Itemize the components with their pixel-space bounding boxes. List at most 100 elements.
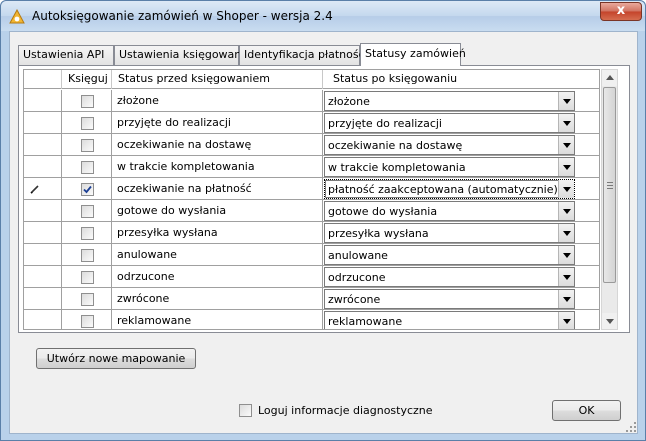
- new-mapping-button[interactable]: Utwórz nowe mapowanie: [36, 348, 196, 369]
- chevron-down-icon[interactable]: [558, 224, 574, 242]
- table-row[interactable]: gotowe do wysłania gotowe do wysłania: [24, 200, 599, 222]
- post-checkbox[interactable]: [81, 161, 94, 174]
- tab-order-statuses[interactable]: Statusy zamówień: [360, 43, 466, 66]
- table-row[interactable]: złożone złożone: [24, 90, 599, 112]
- status-mapping-grid[interactable]: Księguj Status przed księgowaniem Status…: [23, 69, 600, 330]
- row-header[interactable]: [24, 266, 62, 288]
- chevron-down-icon[interactable]: [558, 268, 574, 286]
- post-checkbox[interactable]: [81, 205, 94, 218]
- post-cell: [62, 222, 112, 244]
- row-header[interactable]: [24, 244, 62, 266]
- chevron-down-icon[interactable]: [558, 114, 574, 132]
- chevron-down-icon[interactable]: [558, 180, 574, 198]
- column-header-post[interactable]: Księguj: [62, 70, 112, 89]
- post-checkbox[interactable]: [81, 315, 94, 328]
- row-header[interactable]: [24, 222, 62, 244]
- status-after-dropdown[interactable]: oczekiwanie na dostawę: [324, 135, 575, 155]
- post-cell: [62, 134, 112, 156]
- row-header[interactable]: [24, 112, 62, 134]
- status-after-dropdown[interactable]: przyjęte do realizacji: [324, 113, 575, 133]
- status-before-text: oczekiwanie na płatność: [117, 182, 252, 195]
- table-row[interactable]: oczekiwanie na dostawę oczekiwanie na dos…: [24, 134, 599, 156]
- status-after-dropdown[interactable]: w trakcie kompletowania: [324, 157, 575, 177]
- status-before-cell: w trakcie kompletowania: [112, 156, 323, 178]
- table-row[interactable]: w trakcie kompletowania w trakcie komplet…: [24, 156, 599, 178]
- status-before-cell: oczekiwanie na dostawę: [112, 134, 323, 156]
- tab-label: Statusy zamówień: [365, 47, 466, 60]
- close-button[interactable]: x: [600, 2, 642, 21]
- status-before-text: gotowe do wysłania: [117, 204, 227, 217]
- column-header-label: Księguj: [68, 72, 108, 85]
- diagnostics-checkbox[interactable]: [239, 404, 252, 417]
- table-row[interactable]: oczekiwanie na płatność płatność zaakcept…: [24, 178, 599, 200]
- post-checkbox[interactable]: [81, 95, 94, 108]
- column-header-status-before[interactable]: Status przed księgowaniem: [112, 70, 323, 89]
- tab-api-settings[interactable]: Ustawienia API: [18, 45, 114, 65]
- post-cell: [62, 90, 112, 112]
- status-before-cell: złożone: [112, 90, 323, 112]
- ok-button[interactable]: OK: [552, 400, 621, 421]
- table-row[interactable]: przyjęte do realizacji przyjęte do realiz…: [24, 112, 599, 134]
- status-before-cell: oczekiwanie na płatność: [112, 178, 323, 200]
- post-cell: [62, 178, 112, 200]
- table-row[interactable]: anulowane anulowane: [24, 244, 599, 266]
- status-after-dropdown[interactable]: odrzucone: [324, 267, 575, 287]
- post-checkbox[interactable]: [81, 227, 94, 240]
- table-row[interactable]: przesyłka wysłana przesyłka wysłana: [24, 222, 599, 244]
- resize-grip-icon[interactable]: [625, 421, 637, 433]
- status-after-value: anulowane: [328, 249, 388, 262]
- chevron-down-icon[interactable]: [558, 312, 574, 329]
- app-window: Autoksięgowanie zamówień w Shoper - wers…: [0, 0, 646, 441]
- status-before-text: anulowane: [117, 248, 177, 261]
- status-after-cell: zwrócone: [323, 288, 599, 310]
- post-checkbox[interactable]: [81, 183, 94, 196]
- row-header[interactable]: [24, 90, 62, 112]
- chevron-down-icon[interactable]: [558, 290, 574, 308]
- scroll-thumb[interactable]: [603, 87, 616, 283]
- chevron-down-icon[interactable]: [558, 136, 574, 154]
- row-header[interactable]: [24, 156, 62, 178]
- chevron-down-icon[interactable]: [558, 158, 574, 176]
- row-header[interactable]: [24, 134, 62, 156]
- table-row[interactable]: odrzucone odrzucone: [24, 266, 599, 288]
- status-after-cell: przesyłka wysłana: [323, 222, 599, 244]
- tab-posting-settings[interactable]: Ustawienia księgowania: [114, 45, 251, 65]
- row-header[interactable]: [24, 310, 62, 329]
- post-cell: [62, 310, 112, 329]
- post-checkbox[interactable]: [81, 117, 94, 130]
- status-after-dropdown[interactable]: anulowane: [324, 245, 575, 265]
- tab-label: Identyfikacja płatności: [244, 48, 368, 61]
- post-checkbox[interactable]: [81, 293, 94, 306]
- chevron-down-icon[interactable]: [558, 202, 574, 220]
- status-after-dropdown[interactable]: przesyłka wysłana: [324, 223, 575, 243]
- status-before-cell: reklamowane: [112, 310, 323, 329]
- title-bar[interactable]: Autoksięgowanie zamówień w Shoper - wers…: [1, 1, 645, 31]
- grid-vertical-scrollbar[interactable]: [601, 69, 618, 330]
- status-before-text: reklamowane: [117, 314, 192, 327]
- post-checkbox[interactable]: [81, 271, 94, 284]
- status-after-dropdown[interactable]: gotowe do wysłania: [324, 201, 575, 221]
- chevron-down-icon[interactable]: [558, 92, 574, 110]
- table-row[interactable]: reklamowane reklamowane: [24, 310, 599, 329]
- close-icon: x: [616, 3, 626, 18]
- status-after-dropdown[interactable]: zwrócone: [324, 289, 575, 309]
- status-after-cell: w trakcie kompletowania: [323, 156, 599, 178]
- status-before-cell: anulowane: [112, 244, 323, 266]
- scroll-up-arrow-icon[interactable]: [602, 70, 617, 86]
- post-checkbox[interactable]: [81, 139, 94, 152]
- row-header[interactable]: [24, 288, 62, 310]
- tab-payment-identification[interactable]: Identyfikacja płatności: [239, 45, 368, 65]
- check-icon: [83, 185, 92, 194]
- grid-header: Księguj Status przed księgowaniem Status…: [24, 70, 599, 89]
- row-header[interactable]: [24, 178, 62, 200]
- post-checkbox[interactable]: [81, 249, 94, 262]
- scroll-down-arrow-icon[interactable]: [602, 313, 617, 329]
- status-after-dropdown[interactable]: złożone: [324, 91, 575, 111]
- post-cell: [62, 288, 112, 310]
- chevron-down-icon[interactable]: [558, 246, 574, 264]
- column-header-status-after[interactable]: Status po księgowaniu: [323, 70, 599, 89]
- row-header[interactable]: [24, 200, 62, 222]
- table-row[interactable]: zwrócone zwrócone: [24, 288, 599, 310]
- status-after-dropdown[interactable]: reklamowane: [324, 311, 575, 329]
- status-after-dropdown[interactable]: płatność zaakceptowana (automatycznie): [324, 179, 575, 199]
